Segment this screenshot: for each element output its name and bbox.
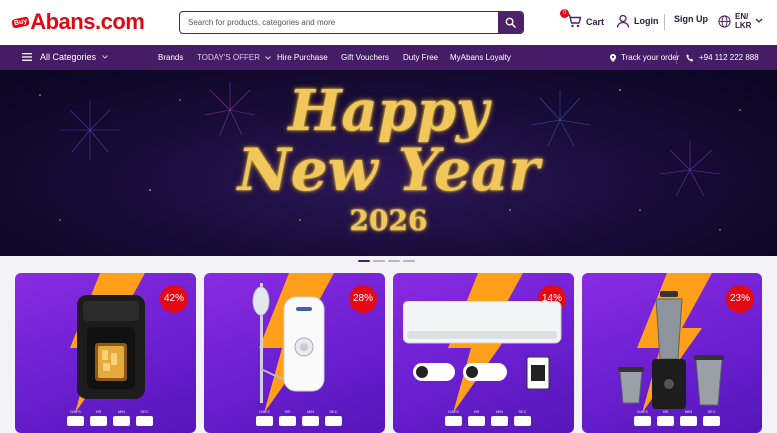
countdown-timer: DAYS HR MIN SEC [67, 409, 153, 426]
air-conditioner-icon [403, 301, 562, 390]
air-fryer-icon [77, 295, 145, 399]
nav-link-myabans-loyalty[interactable]: MyAbans Loyalty [450, 53, 511, 62]
main-nav: All Categories Brands TODAY'S OFFER Hire… [0, 45, 777, 70]
timer-value [514, 416, 531, 426]
cart-label: Cart [586, 17, 605, 27]
countdown-timer: DAYS HR MIN SEC [445, 409, 531, 426]
language-label: EN/ [735, 12, 749, 21]
search-icon [505, 17, 516, 28]
currency-label: LKR [735, 21, 752, 30]
nav-link-hire-purchase[interactable]: Hire Purchase [277, 53, 328, 62]
cart-button[interactable]: 0 Cart [560, 9, 605, 30]
nav-link-duty-free[interactable]: Duty Free [403, 53, 438, 62]
abans-logo[interactable]: Buy Abans.com [11, 9, 145, 35]
location-pin-icon [610, 53, 616, 62]
deal-card[interactable]: 42% DAYS HR MIN SEC [15, 273, 196, 433]
timer-label-hours: HR [662, 409, 669, 414]
carousel-dot[interactable] [388, 260, 400, 262]
timer-label-days: DAYS [637, 409, 648, 414]
timer-value [113, 416, 130, 426]
timer-label-minutes: MIN [306, 409, 315, 414]
timer-label-hours: HR [95, 409, 102, 414]
chevron-down-icon [755, 18, 763, 23]
timer-value [325, 416, 342, 426]
hamburger-menu-icon [22, 53, 32, 61]
countdown-timer: DAYS HR MIN SEC [256, 409, 342, 426]
all-categories-menu[interactable]: All Categories [22, 52, 108, 62]
signup-label: Sign Up [674, 14, 708, 24]
cart-icon [567, 14, 582, 28]
discount-badge: 28% [349, 285, 377, 313]
mixer-grinder-icon [618, 291, 724, 409]
top-header: Buy Abans.com 0 Cart Login [0, 0, 777, 45]
hotline-link[interactable]: +94 112 222 888 [686, 53, 759, 62]
search-input[interactable] [180, 12, 498, 33]
timer-value [302, 416, 319, 426]
discount-badge: 42% [160, 285, 188, 313]
timer-label-hours: HR [473, 409, 480, 414]
hotline-number: +94 112 222 888 [699, 53, 759, 62]
timer-value [491, 416, 508, 426]
timer-label-minutes: MIN [684, 409, 693, 414]
banner-heading-new-year: New Year [237, 136, 540, 204]
track-order-link[interactable]: Track your order [610, 53, 679, 62]
timer-value [279, 416, 296, 426]
timer-label-seconds: SEC [140, 409, 149, 414]
user-icon [616, 14, 630, 28]
chevron-down-icon [102, 55, 108, 59]
timer-value [703, 416, 720, 426]
deal-card[interactable]: 23% DAYS HR MIN SEC [582, 273, 762, 433]
timer-label-seconds: SEC [518, 409, 527, 414]
globe-icon [718, 14, 731, 28]
login-button[interactable]: Login [616, 14, 659, 28]
todays-offer-label: TODAY'S OFFER [197, 53, 261, 62]
deal-card[interactable]: 14% DAYS HR MIN SEC [393, 273, 574, 433]
timer-value [90, 416, 107, 426]
carousel-indicators [358, 260, 415, 262]
countdown-timer: DAYS HR MIN SEC [634, 409, 720, 426]
all-categories-label: All Categories [40, 52, 97, 62]
chevron-down-icon [265, 56, 272, 60]
timer-label-days: DAYS [259, 409, 270, 414]
banner-heading-happy: Happy [288, 78, 489, 144]
nav-divider [676, 51, 677, 64]
timer-label-seconds: SEC [707, 409, 716, 414]
track-order-label: Track your order [621, 53, 680, 62]
timer-value [680, 416, 697, 426]
timer-value [468, 416, 485, 426]
nav-link-gift-vouchers[interactable]: Gift Vouchers [341, 53, 389, 62]
nav-link-brands[interactable]: Brands [158, 53, 183, 62]
search-bar [179, 11, 524, 34]
nav-link-todays-offer[interactable]: TODAY'S OFFER [197, 53, 272, 62]
logo-badge: Buy [11, 15, 30, 29]
timer-value [657, 416, 674, 426]
carousel-dot[interactable] [373, 260, 385, 262]
timer-label-minutes: MIN [117, 409, 126, 414]
timer-value [67, 416, 84, 426]
cart-count-badge: 0 [560, 9, 569, 18]
signup-button[interactable]: Sign Up [674, 14, 708, 24]
phone-icon [686, 53, 694, 62]
carousel-dot[interactable] [403, 260, 415, 262]
carousel-dot[interactable] [358, 260, 370, 262]
timer-value [634, 416, 651, 426]
timer-value [136, 416, 153, 426]
timer-label-days: DAYS [70, 409, 81, 414]
water-heater-icon [252, 283, 325, 403]
timer-label-hours: HR [284, 409, 291, 414]
login-label: Login [634, 16, 659, 26]
search-button[interactable] [498, 12, 523, 33]
timer-label-minutes: MIN [495, 409, 504, 414]
header-divider [664, 14, 665, 30]
language-currency-selector[interactable]: EN/ LKR [718, 12, 763, 30]
deal-card[interactable]: 28% DAYS HR MIN SEC [204, 273, 385, 433]
timer-value [445, 416, 462, 426]
timer-value [256, 416, 273, 426]
hero-banner[interactable]: Happy New Year 2026 [0, 70, 777, 256]
timer-label-seconds: SEC [329, 409, 338, 414]
logo-text: Abans.com [30, 9, 145, 34]
banner-heading-year: 2026 [349, 204, 428, 237]
timer-label-days: DAYS [448, 409, 459, 414]
